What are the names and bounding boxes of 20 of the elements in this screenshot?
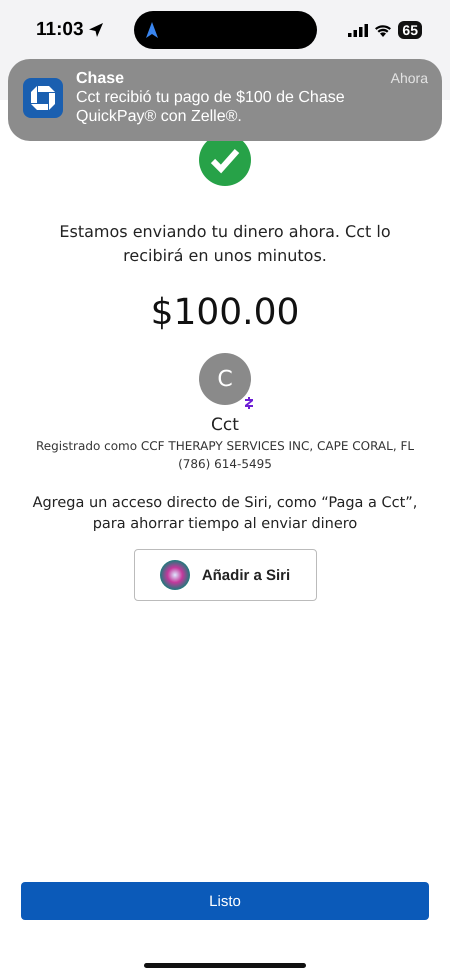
battery-level: 65 [398,21,422,39]
notification-banner[interactable]: Chase Ahora Cct recibió tu pago de $100 de Chase QuickPay® con Zelle®. [8,59,442,141]
signal-icon [348,24,368,36]
location-arrow-icon [88,22,104,38]
navigation-arrow-icon [146,22,158,38]
add-to-siri-button[interactable]: Añadir a Siri [134,549,316,601]
notification-app-name: Chase [76,70,124,88]
payment-amount: $100.00 [150,292,300,333]
done-button[interactable]: Listo [21,882,429,920]
app-logo-icon [23,78,63,118]
siri-suggestion: Agrega un acceso directo de Siri, como “Paga a Cct”, para ahorrar tiempo al enviar dinero [32,494,418,534]
registered-as: Registrado como CCF THERAPY SERVICES INC, CAPE CORAL, FL [36,439,414,453]
notification-message: Cct recibió tu pago de $100 de Chase QuickPay® con Zelle®. [76,88,346,126]
recipient-phone: (786) 614-5495 [178,457,272,471]
siri-icon [160,560,190,590]
recipient-name: Cct [211,415,239,435]
notification-time: Ahora [390,70,428,88]
status-time: 11:03 [36,19,84,41]
wifi-icon [374,24,392,36]
confirmation-message: Estamos enviando tu dinero ahora. Cct lo recibirá en unos minutos. [58,221,392,267]
